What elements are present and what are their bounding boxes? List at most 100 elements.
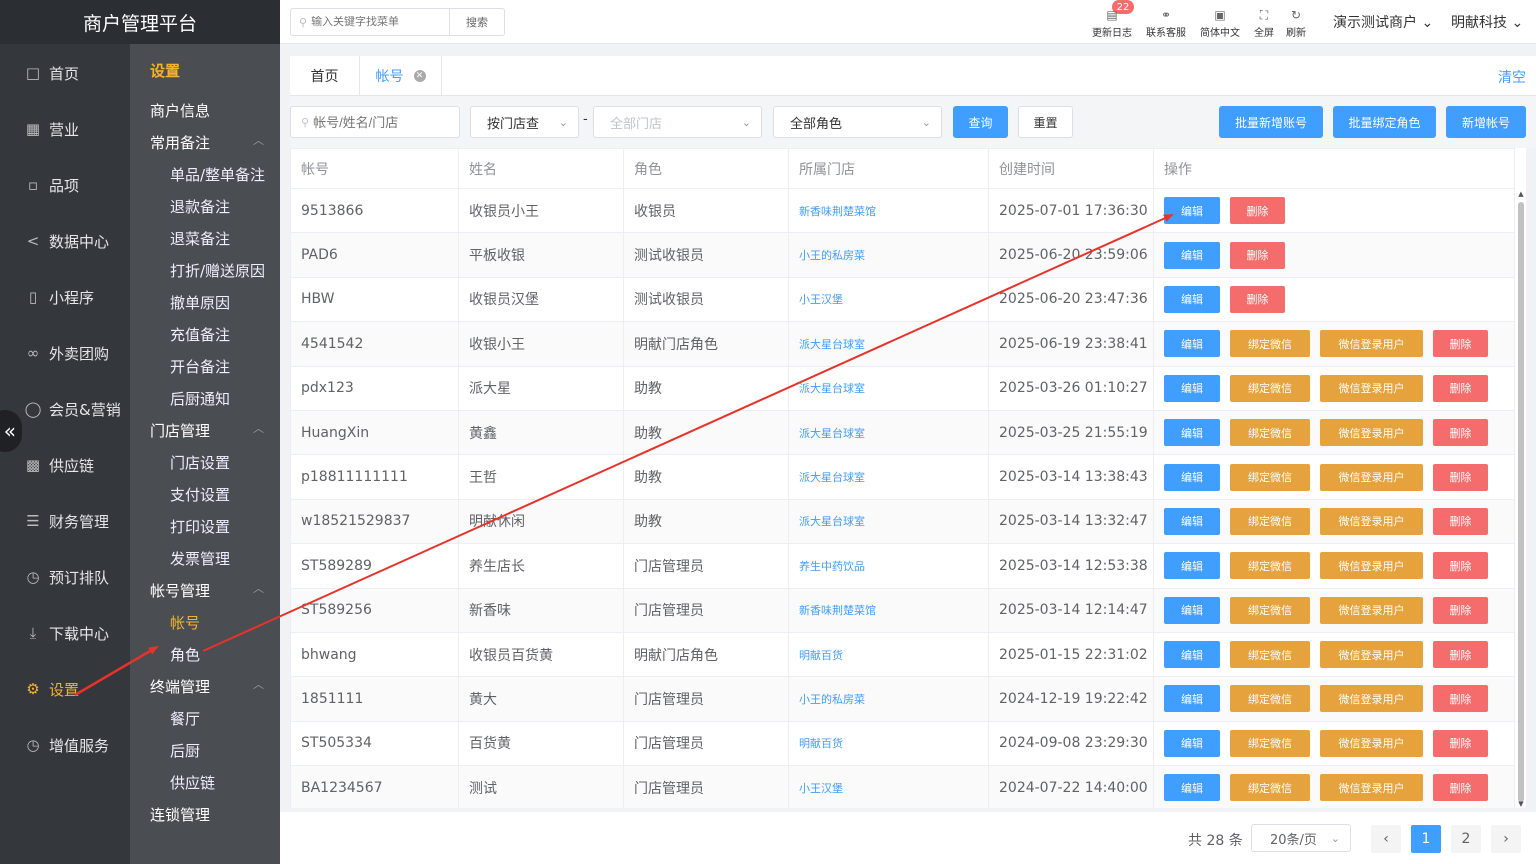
changelog-button[interactable]: ▤ 更新日志 <box>1092 6 1132 39</box>
delete-button[interactable]: 删除 <box>1433 374 1488 402</box>
submenu-group[interactable]: 门店管理 ︿ <box>150 420 270 441</box>
edit-button[interactable]: 编辑 <box>1164 507 1220 535</box>
sidebar-item-phone[interactable]: ▯ 小程序 <box>0 269 130 325</box>
store-link[interactable]: 派大星台球室 <box>799 338 865 351</box>
store-mode-select[interactable]: 按门店查 ⌄ <box>470 106 579 138</box>
store-link[interactable]: 小王汉堡 <box>799 782 843 795</box>
delete-button[interactable]: 删除 <box>1433 641 1488 669</box>
sidebar-item-database[interactable]: ☰ 财务管理 <box>0 493 130 549</box>
sidebar-item-bike[interactable]: ∞ 外卖团购 <box>0 325 130 381</box>
bind-wechat-button[interactable]: 绑定微信 <box>1230 596 1310 624</box>
edit-button[interactable]: 编辑 <box>1164 641 1220 669</box>
scrollbar-thumb[interactable] <box>1518 202 1524 802</box>
store-link[interactable]: 小王的私房菜 <box>799 249 865 262</box>
batch-bind-roles-button[interactable]: 批量绑定角色 <box>1333 106 1436 138</box>
bind-wechat-button[interactable]: 绑定微信 <box>1230 463 1310 491</box>
delete-button[interactable]: 删除 <box>1433 596 1488 624</box>
bind-wechat-button[interactable]: 绑定微信 <box>1230 419 1310 447</box>
edit-button[interactable]: 编辑 <box>1164 552 1220 580</box>
page-2-button[interactable]: 2 <box>1451 825 1481 853</box>
sidebar-item-clock[interactable]: ◷ 预订排队 <box>0 549 130 605</box>
edit-button[interactable]: 编辑 <box>1164 374 1220 402</box>
bind-wechat-button[interactable]: 绑定微信 <box>1230 685 1310 713</box>
bind-wechat-button[interactable]: 绑定微信 <box>1230 552 1310 580</box>
sidebar-item-bag[interactable]: ▫ 品项 <box>0 157 130 213</box>
sidebar-item-truck[interactable]: ▩ 供应链 <box>0 437 130 493</box>
store-link[interactable]: 派大星台球室 <box>799 471 865 484</box>
store-link[interactable]: 明献百货 <box>799 737 843 750</box>
company-dropdown[interactable]: 明献科技 ⌄ <box>1451 12 1523 32</box>
edit-button[interactable]: 编辑 <box>1164 774 1220 802</box>
bind-wechat-button[interactable]: 绑定微信 <box>1230 374 1310 402</box>
submenu-item[interactable]: 开台备注 <box>170 356 230 377</box>
bind-wechat-button[interactable]: 绑定微信 <box>1230 641 1310 669</box>
wechat-login-users-button[interactable]: 微信登录用户 <box>1320 685 1423 713</box>
submenu-item[interactable]: 帐号 <box>170 612 200 633</box>
edit-button[interactable]: 编辑 <box>1164 285 1220 313</box>
wechat-login-users-button[interactable]: 微信登录用户 <box>1320 507 1423 535</box>
submenu-item[interactable]: 发票管理 <box>170 548 230 569</box>
prev-page-button[interactable]: ‹ <box>1371 825 1401 853</box>
submenu-item[interactable]: 退菜备注 <box>170 228 230 249</box>
scroll-down-icon[interactable]: ▼ <box>1516 800 1526 810</box>
store-link[interactable]: 养生中药饮品 <box>799 560 865 573</box>
edit-button[interactable]: 编辑 <box>1164 241 1220 269</box>
bind-wechat-button[interactable]: 绑定微信 <box>1230 729 1310 757</box>
wechat-login-users-button[interactable]: 微信登录用户 <box>1320 463 1423 491</box>
store-link[interactable]: 派大星台球室 <box>799 515 865 528</box>
store-link[interactable]: 小王的私房菜 <box>799 693 865 706</box>
submenu-item[interactable]: 支付设置 <box>170 484 230 505</box>
sidebar-item-home[interactable]: □ 首页 <box>0 45 130 101</box>
bind-wechat-button[interactable]: 绑定微信 <box>1230 507 1310 535</box>
wechat-login-users-button[interactable]: 微信登录用户 <box>1320 419 1423 447</box>
edit-button[interactable]: 编辑 <box>1164 463 1220 491</box>
account-search-input[interactable] <box>313 114 434 130</box>
wechat-login-users-button[interactable]: 微信登录用户 <box>1320 774 1423 802</box>
store-link[interactable]: 派大星台球室 <box>799 427 865 440</box>
submenu-item[interactable]: 后厨通知 <box>170 388 230 409</box>
merchant-dropdown[interactable]: 演示测试商户 ⌄ <box>1333 12 1433 32</box>
customer-service-button[interactable]: ⚭ 联系客服 <box>1146 6 1186 39</box>
delete-button[interactable]: 删除 <box>1433 774 1488 802</box>
submenu-group[interactable]: 连锁管理 <box>150 804 270 825</box>
menu-search-button[interactable]: 搜索 <box>449 8 505 36</box>
delete-button[interactable]: 删除 <box>1230 285 1285 313</box>
sidebar-item-alarm[interactable]: ◷ 增值服务 <box>0 717 130 773</box>
delete-button[interactable]: 删除 <box>1433 507 1488 535</box>
submenu-group[interactable]: 常用备注 ︿ <box>150 132 270 153</box>
edit-button[interactable]: 编辑 <box>1164 596 1220 624</box>
language-button[interactable]: ▣ 简体中文 <box>1200 6 1240 39</box>
sidebar-item-gear[interactable]: ⚙ 设置 <box>0 661 130 717</box>
clear-tabs-button[interactable]: 清空 <box>1498 67 1526 87</box>
wechat-login-users-button[interactable]: 微信登录用户 <box>1320 641 1423 669</box>
wechat-login-users-button[interactable]: 微信登录用户 <box>1320 729 1423 757</box>
delete-button[interactable]: 删除 <box>1433 419 1488 447</box>
wechat-login-users-button[interactable]: 微信登录用户 <box>1320 374 1423 402</box>
edit-button[interactable]: 编辑 <box>1164 419 1220 447</box>
fullscreen-button[interactable]: ⛶ 全屏 <box>1254 6 1274 40</box>
bind-wechat-button[interactable]: 绑定微信 <box>1230 330 1310 358</box>
delete-button[interactable]: 删除 <box>1230 197 1285 225</box>
submenu-item[interactable]: 角色 <box>170 644 200 665</box>
delete-button[interactable]: 删除 <box>1230 241 1285 269</box>
submenu-group[interactable]: 终端管理 ︿ <box>150 676 270 697</box>
next-page-button[interactable]: › <box>1491 825 1521 853</box>
store-select[interactable]: 全部门店 ⌄ <box>593 106 762 138</box>
submenu-group[interactable]: 帐号管理 ︿ <box>150 580 270 601</box>
submenu-item[interactable]: 餐厅 <box>170 708 200 729</box>
bind-wechat-button[interactable]: 绑定微信 <box>1230 774 1310 802</box>
tab-account[interactable]: 帐号 ✕ <box>360 56 442 96</box>
scroll-up-icon[interactable]: ▲ <box>1516 190 1526 200</box>
page-size-select[interactable]: 20条/页 ⌄ <box>1251 824 1351 852</box>
query-button[interactable]: 查询 <box>953 106 1008 138</box>
sidebar-item-share[interactable]: < 数据中心 <box>0 213 130 269</box>
store-link[interactable]: 新香味荆楚菜馆 <box>799 604 876 617</box>
role-select[interactable]: 全部角色 ⌄ <box>773 106 942 138</box>
wechat-login-users-button[interactable]: 微信登录用户 <box>1320 596 1423 624</box>
submenu-item[interactable]: 门店设置 <box>170 452 230 473</box>
reset-button[interactable]: 重置 <box>1018 106 1073 138</box>
submenu-group[interactable]: 商户信息 <box>150 100 270 121</box>
close-tab-icon[interactable]: ✕ <box>413 70 426 82</box>
menu-search-input[interactable] <box>311 16 432 28</box>
page-1-button[interactable]: 1 <box>1411 825 1441 853</box>
